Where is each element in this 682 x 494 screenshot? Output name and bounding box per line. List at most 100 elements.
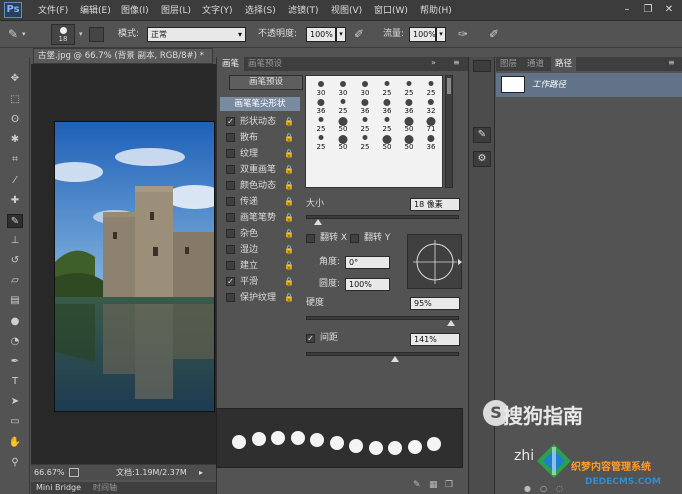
doc-info[interactable]: 文档:1.19M/2.37M <box>116 465 187 480</box>
lock-icon[interactable]: 🔒 <box>284 179 294 193</box>
flow-input[interactable]: 100% <box>409 27 436 42</box>
brush-tip[interactable]: 71 <box>419 115 443 133</box>
tip-grid-scrollbar[interactable] <box>445 75 453 188</box>
spacing-input[interactable]: 141% <box>410 333 460 346</box>
brush-option-checkbox[interactable] <box>226 293 235 302</box>
chevron-down-icon[interactable]: ▾ <box>79 30 83 38</box>
lock-icon[interactable]: 🔒 <box>284 291 294 305</box>
flip-y-option[interactable]: 翻转 Y <box>350 232 410 246</box>
zoom-level[interactable]: 66.67% <box>34 465 65 480</box>
brush-panel-toggle-icon[interactable] <box>89 27 104 42</box>
brush-tip[interactable]: 36 <box>397 97 421 115</box>
menu-image[interactable]: 图像(I) <box>121 4 149 18</box>
rectangle-tool-icon[interactable]: ▭ <box>7 415 23 429</box>
brush-option-checkbox[interactable] <box>226 229 235 238</box>
hand-tool-icon[interactable]: ✋ <box>7 436 23 450</box>
brush-tip-grid[interactable]: 30 30 30 25 25 25 36 25 36 36 36 32 25 50 25 25 50 71 25 50… <box>305 75 443 188</box>
brush-option-checkbox[interactable] <box>226 133 235 142</box>
brush-tip[interactable]: 25 <box>419 79 443 97</box>
tab-layers[interactable]: 图层 <box>496 57 521 71</box>
spacing-slider-thumb[interactable] <box>390 356 399 362</box>
brush-tip[interactable]: 36 <box>375 97 399 115</box>
brush-option-checkbox[interactable] <box>226 213 235 222</box>
castle-photo[interactable] <box>54 121 215 412</box>
pressure-size-icon[interactable]: ✐ <box>489 27 499 41</box>
brush-option-row[interactable]: 湿边 🔒 <box>226 243 301 257</box>
path-row-work-path[interactable]: 工作路径 <box>496 73 682 97</box>
fill-path-icon[interactable]: ● <box>524 484 531 493</box>
brush-option-checkbox[interactable]: ✓ <box>226 117 235 126</box>
document-tab[interactable]: 古堡.jpg @ 66.7% (背景 副本, RGB/8#) * <box>33 48 213 64</box>
hardness-slider-thumb[interactable] <box>447 320 456 326</box>
lock-icon[interactable]: 🔒 <box>284 275 294 289</box>
brush-tip-shape-item[interactable]: 画笔笔尖形状 <box>220 97 300 111</box>
close-button[interactable]: ✕ <box>662 3 676 17</box>
crop-tool-icon[interactable]: ⌗ <box>7 153 23 167</box>
brush-tip[interactable]: 50 <box>375 133 399 151</box>
menu-edit[interactable]: 编辑(E) <box>80 4 111 18</box>
brush-option-row[interactable]: 传递 🔒 <box>226 195 301 209</box>
lasso-tool-icon[interactable]: ʘ <box>7 113 23 127</box>
roundness-input[interactable]: 100% <box>345 278 390 291</box>
brush-tool-icon[interactable]: ✎ <box>7 214 23 228</box>
brush-tip[interactable]: 30 <box>309 79 333 97</box>
flip-x-checkbox[interactable] <box>306 234 315 243</box>
tab-mini-bridge[interactable]: Mini Bridge <box>36 482 81 494</box>
tab-channels[interactable]: 通道 <box>523 57 548 71</box>
path-selection-tool-icon[interactable]: ➤ <box>7 395 23 409</box>
brush-preset-picker[interactable]: 18 <box>51 24 75 45</box>
brush-option-checkbox[interactable] <box>226 261 235 270</box>
flip-y-checkbox[interactable] <box>350 234 359 243</box>
lock-icon[interactable]: 🔒 <box>284 243 294 257</box>
size-slider-thumb[interactable] <box>314 219 323 225</box>
pen-tool-icon[interactable]: ✒ <box>7 355 23 369</box>
brush-tool-icon[interactable]: ✎ <box>8 27 18 41</box>
spacing-slider[interactable] <box>306 352 459 356</box>
brush-presets-panel-icon[interactable]: ⚙ <box>473 151 491 167</box>
eyedropper-tool-icon[interactable]: ⁄ <box>7 174 23 188</box>
brush-option-row[interactable]: 双重画笔 🔒 <box>226 163 301 177</box>
brush-option-row[interactable]: 建立 🔒 <box>226 259 301 273</box>
brush-presets-button[interactable]: 画笔预设 <box>229 75 303 90</box>
eraser-tool-icon[interactable]: ▱ <box>7 274 23 288</box>
grid-icon[interactable]: ▦ <box>429 480 438 490</box>
brush-tip[interactable]: 36 <box>419 133 443 151</box>
dodge-tool-icon[interactable]: ◔ <box>7 335 23 349</box>
angle-roundness-compass[interactable] <box>407 234 462 289</box>
brush-option-checkbox[interactable] <box>226 165 235 174</box>
opacity-input[interactable]: 100% <box>306 27 336 42</box>
brush-tip[interactable]: 25 <box>375 115 399 133</box>
brush-tip[interactable]: 50 <box>397 133 421 151</box>
healing-brush-tool-icon[interactable]: ✚ <box>7 194 23 208</box>
brush-tip[interactable]: 36 <box>353 97 377 115</box>
brush-tip[interactable]: 36 <box>309 97 333 115</box>
lock-icon[interactable]: 🔒 <box>284 163 294 177</box>
blur-tool-icon[interactable]: ● <box>7 315 23 329</box>
zoom-tool-icon[interactable]: ⚲ <box>7 456 23 470</box>
lock-icon[interactable]: 🔒 <box>284 131 294 145</box>
magic-wand-tool-icon[interactable]: ✱ <box>7 133 23 147</box>
pressure-opacity-icon[interactable]: ✐ <box>354 27 364 41</box>
brush-tip[interactable]: 32 <box>419 97 443 115</box>
tab-timeline[interactable]: 时间轴 <box>93 482 117 494</box>
menu-filter[interactable]: 滤镜(T) <box>288 4 319 18</box>
load-selection-icon[interactable]: ◌ <box>556 484 563 493</box>
marquee-tool-icon[interactable]: ⬚ <box>7 93 23 107</box>
brush-option-row[interactable]: 杂色 🔒 <box>226 227 301 241</box>
brush-tip[interactable]: 30 <box>331 79 355 97</box>
brush-tip[interactable]: 25 <box>353 115 377 133</box>
chevron-right-icon[interactable]: ▸ <box>199 465 203 480</box>
menu-file[interactable]: 文件(F) <box>38 4 68 18</box>
size-input[interactable]: 18 像素 <box>410 198 460 211</box>
brush-option-row[interactable]: 纹理 🔒 <box>226 147 301 161</box>
brush-option-row[interactable]: 保护纹理 🔒 <box>226 291 301 305</box>
brush-option-checkbox[interactable]: ✓ <box>226 277 235 286</box>
brush-option-row[interactable]: 散布 🔒 <box>226 131 301 145</box>
lock-icon[interactable]: 🔒 <box>284 115 294 129</box>
flow-dropdown-icon[interactable]: ▾ <box>436 27 446 42</box>
menu-view[interactable]: 视图(V) <box>331 4 362 18</box>
minimize-button[interactable]: – <box>620 3 634 17</box>
brush-panel-icon[interactable]: ✎ <box>473 127 491 143</box>
brush-tip[interactable]: 25 <box>331 97 355 115</box>
menu-select[interactable]: 选择(S) <box>245 4 276 18</box>
